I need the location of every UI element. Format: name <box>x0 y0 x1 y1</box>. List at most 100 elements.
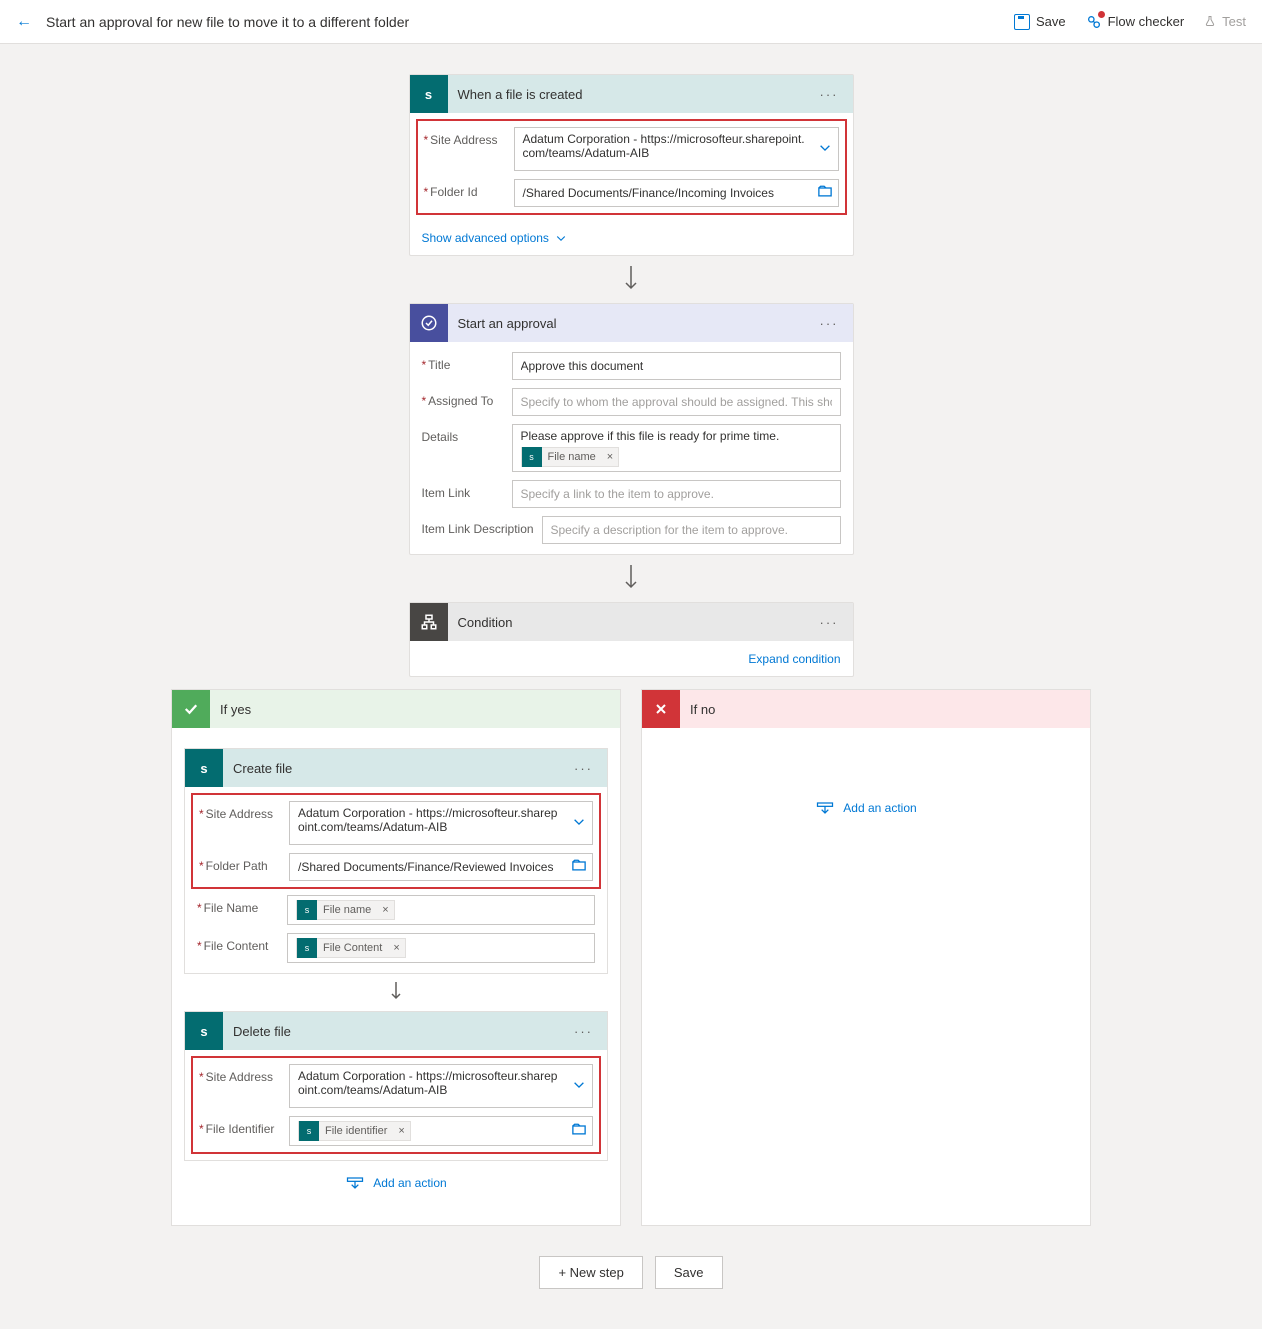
token-file-identifier[interactable]: sFile identifier× <box>298 1121 411 1141</box>
if-no-header[interactable]: If no <box>642 690 1090 728</box>
approval-title-field[interactable] <box>512 352 841 380</box>
approval-title-input[interactable] <box>521 359 832 373</box>
delete-file-menu[interactable]: ··· <box>570 1024 597 1039</box>
footer-buttons: + New step Save <box>539 1256 722 1289</box>
flow-checker-label: Flow checker <box>1108 14 1185 29</box>
show-advanced-link[interactable]: Show advanced options <box>410 221 853 255</box>
token-file-name[interactable]: sFile name× <box>296 900 395 920</box>
delete-file-header[interactable]: s Delete file ··· <box>185 1012 607 1050</box>
approval-menu[interactable]: ··· <box>816 316 843 331</box>
chevron-down-icon[interactable] <box>572 815 586 832</box>
folder-picker-icon[interactable] <box>572 1123 586 1140</box>
sharepoint-icon: s <box>297 900 317 920</box>
item-link-desc-field[interactable] <box>542 516 841 544</box>
flow-checker-button[interactable]: Flow checker <box>1086 14 1185 30</box>
df-site-field[interactable]: Adatum Corporation - https://microsofteu… <box>289 1064 593 1108</box>
token-remove[interactable]: × <box>377 904 393 916</box>
create-file-highlight: *Site Address Adatum Corporation - https… <box>191 793 601 889</box>
folder-id-field[interactable]: /Shared Documents/Finance/Incoming Invoi… <box>514 179 839 207</box>
flask-icon <box>1204 15 1216 29</box>
assigned-to-field[interactable] <box>512 388 841 416</box>
item-link-desc-label: Item Link Description <box>422 516 542 536</box>
footer-save-button[interactable]: Save <box>655 1256 723 1289</box>
token-file-name[interactable]: sFile name× <box>521 447 620 467</box>
add-action-no[interactable]: Add an action <box>815 786 916 830</box>
back-button[interactable]: ← <box>16 13 32 31</box>
delete-file-title: Delete file <box>233 1024 560 1039</box>
cf-site-field[interactable]: Adatum Corporation - https://microsofteu… <box>289 801 593 845</box>
cf-folder-label: *Folder Path <box>199 853 289 873</box>
df-fileid-field[interactable]: sFile identifier× <box>289 1116 593 1146</box>
cf-folder-value: /Shared Documents/Finance/Reviewed Invoi… <box>298 860 553 874</box>
new-step-button[interactable]: + New step <box>539 1256 642 1289</box>
if-no-title: If no <box>690 702 715 717</box>
condition-menu[interactable]: ··· <box>816 615 843 630</box>
token-remove[interactable]: × <box>388 942 404 954</box>
cf-folder-field[interactable]: /Shared Documents/Finance/Reviewed Invoi… <box>289 853 593 881</box>
delete-file-highlight: *Site Address Adatum Corporation - https… <box>191 1056 601 1154</box>
trigger-header[interactable]: s When a file is created ··· <box>410 75 853 113</box>
save-label: Save <box>1036 14 1066 29</box>
item-link-field[interactable] <box>512 480 841 508</box>
create-file-header[interactable]: s Create file ··· <box>185 749 607 787</box>
delete-file-card: s Delete file ··· *Site Address Adatum C… <box>184 1011 608 1161</box>
trigger-highlight: *Site Address Adatum Corporation - https… <box>416 119 847 215</box>
details-field[interactable]: Please approve if this file is ready for… <box>512 424 841 472</box>
details-label: Details <box>422 424 512 444</box>
top-toolbar: ← Start an approval for new file to move… <box>0 0 1262 44</box>
folder-id-label: *Folder Id <box>424 179 514 199</box>
site-address-field[interactable]: Adatum Corporation - https://microsofteu… <box>514 127 839 171</box>
check-icon <box>172 690 210 728</box>
approval-icon <box>410 304 448 342</box>
flow-canvas: s When a file is created ··· *Site Addre… <box>0 44 1262 1329</box>
item-link-input[interactable] <box>521 487 832 501</box>
condition-title: Condition <box>458 615 806 630</box>
condition-card: Condition ··· Expand condition <box>409 602 854 677</box>
sharepoint-icon: s <box>185 1012 223 1050</box>
create-file-menu[interactable]: ··· <box>570 761 597 776</box>
sharepoint-icon: s <box>299 1121 319 1141</box>
test-button[interactable]: Test <box>1204 14 1246 29</box>
condition-header[interactable]: Condition ··· <box>410 603 853 641</box>
save-button[interactable]: Save <box>1014 14 1066 30</box>
cf-filename-field[interactable]: sFile name× <box>287 895 595 925</box>
assigned-to-input[interactable] <box>521 395 832 409</box>
test-label: Test <box>1222 14 1246 29</box>
add-action-yes[interactable]: Add an action <box>345 1161 446 1205</box>
connector-arrow <box>388 980 404 1005</box>
token-remove[interactable]: × <box>393 1125 409 1137</box>
approval-title-label: *Title <box>422 352 512 372</box>
approval-card: Start an approval ··· *Title *Assigned T… <box>409 303 854 555</box>
sharepoint-icon: s <box>410 75 448 113</box>
sharepoint-icon: s <box>185 749 223 787</box>
token-file-content[interactable]: sFile Content× <box>296 938 406 958</box>
approval-header[interactable]: Start an approval ··· <box>410 304 853 342</box>
cf-filecontent-label: *File Content <box>197 933 287 953</box>
connector-arrow <box>621 563 641 594</box>
flow-title: Start an approval for new file to move i… <box>46 14 409 30</box>
if-yes-header[interactable]: If yes <box>172 690 620 728</box>
df-site-value: Adatum Corporation - https://microsofteu… <box>298 1069 564 1097</box>
cf-filename-label: *File Name <box>197 895 287 915</box>
folder-picker-icon[interactable] <box>818 185 832 202</box>
approval-title: Start an approval <box>458 316 806 331</box>
cf-site-label: *Site Address <box>199 801 289 821</box>
token-remove[interactable]: × <box>602 451 618 463</box>
flow-checker-icon <box>1086 14 1102 30</box>
sharepoint-icon: s <box>297 938 317 958</box>
cf-site-value: Adatum Corporation - https://microsofteu… <box>298 806 564 834</box>
folder-picker-icon[interactable] <box>572 859 586 876</box>
site-address-label: *Site Address <box>424 127 514 147</box>
item-link-label: Item Link <box>422 480 512 500</box>
df-site-label: *Site Address <box>199 1064 289 1084</box>
cf-filecontent-field[interactable]: sFile Content× <box>287 933 595 963</box>
condition-branches: If yes s Create file ··· *Site Address A… <box>171 689 1091 1226</box>
chevron-down-icon[interactable] <box>818 141 832 158</box>
if-yes-title: If yes <box>220 702 251 717</box>
expand-condition-link[interactable]: Expand condition <box>748 652 840 666</box>
chevron-down-icon[interactable] <box>572 1078 586 1095</box>
item-link-desc-input[interactable] <box>551 523 832 537</box>
alert-dot-icon <box>1098 11 1105 18</box>
create-file-title: Create file <box>233 761 560 776</box>
trigger-menu[interactable]: ··· <box>816 87 843 102</box>
